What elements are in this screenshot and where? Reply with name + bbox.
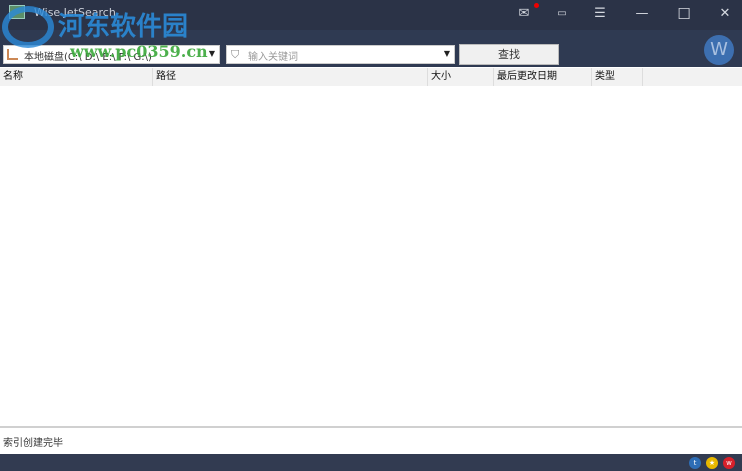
filter-icon: ⛉	[231, 48, 240, 61]
column-modified[interactable]: 最后更改日期	[494, 68, 592, 86]
results-list[interactable]	[0, 86, 742, 426]
close-button[interactable]: ✕	[714, 4, 736, 24]
watermark-logo	[2, 6, 54, 48]
search-button[interactable]: 查找	[459, 44, 559, 65]
column-path[interactable]: 路径	[153, 68, 428, 86]
drive-icon	[7, 49, 18, 60]
watermark-name: 河东软件园	[58, 12, 189, 42]
chevron-down-icon[interactable]: ▼	[209, 49, 215, 58]
keyword-placeholder: 输入关键词	[248, 52, 298, 63]
avatar[interactable]: W	[704, 35, 734, 65]
minimize-button[interactable]: —	[631, 4, 653, 24]
menu-icon[interactable]: ☰	[589, 4, 611, 24]
bottom-bar: t ★ w	[0, 454, 742, 471]
weibo-icon[interactable]: w	[723, 457, 735, 469]
column-type[interactable]: 类型	[592, 68, 643, 86]
watermark-url: www.pc0359.cn	[70, 42, 208, 61]
feedback-icon[interactable]: ▭	[551, 4, 573, 24]
chevron-down-icon[interactable]: ▼	[444, 49, 450, 58]
mail-icon[interactable]: ✉	[513, 4, 535, 24]
star-icon[interactable]: ★	[706, 457, 718, 469]
column-size[interactable]: 大小	[428, 68, 494, 86]
twitter-icon[interactable]: t	[689, 457, 701, 469]
column-header: 名称 路径 大小 最后更改日期 类型	[0, 68, 742, 86]
keyword-input[interactable]: ⛉ 输入关键词 ▼	[226, 45, 455, 64]
status-bar: 索引创建完毕	[0, 426, 742, 454]
notification-dot	[534, 3, 539, 8]
column-name[interactable]: 名称	[0, 68, 153, 86]
maximize-button[interactable]: ☐	[673, 4, 695, 24]
